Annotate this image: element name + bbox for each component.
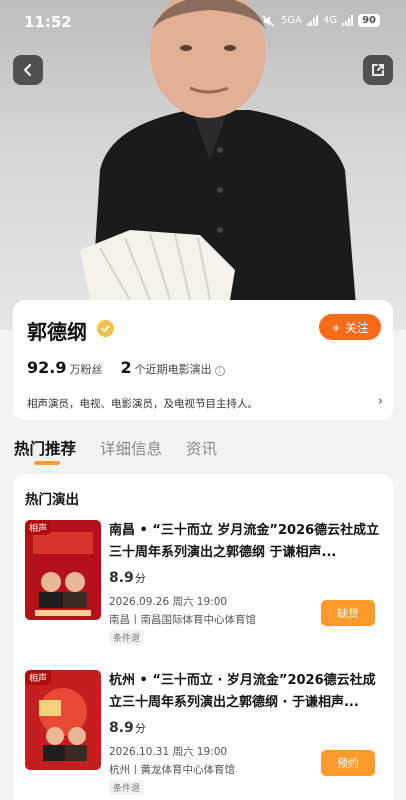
artist-bio[interactable]: 相声演员，电视、电影演员，及电视节目主持人。 <box>27 396 258 411</box>
fans-count: 92.9 <box>27 358 67 377</box>
tab-details[interactable]: 详细信息 <box>100 437 162 459</box>
refund-condition-badge: 条件退 <box>109 780 145 795</box>
show-poster[interactable]: 相声 <box>25 520 101 620</box>
poster-tag: 相声 <box>25 670 52 685</box>
show-score: 8.9分 <box>109 570 146 586</box>
signal-icon-2 <box>342 15 354 26</box>
verified-icon <box>97 320 114 337</box>
movie-label: 个近期电影演出 <box>134 363 212 376</box>
section-title: 热门演出 <box>25 492 79 508</box>
back-button[interactable] <box>13 55 43 85</box>
show-venue: 杭州丨黄龙体育中心体育馆 <box>109 764 235 776</box>
show-venue: 南昌丨南昌国际体育中心体育馆 <box>109 614 256 626</box>
chevron-left-icon <box>24 64 31 76</box>
network-label-2: 4G <box>322 15 338 26</box>
show-datetime: 2026.09.26 周六 19:00 <box>109 596 228 608</box>
reserve-button[interactable]: 预约 <box>321 750 375 776</box>
out-of-stock-button[interactable]: 缺货 <box>321 600 375 626</box>
profile-tabs: 热门推荐 详细信息 资讯 <box>14 437 217 465</box>
movie-count: 2 <box>120 358 132 377</box>
artist-photo <box>80 0 358 330</box>
share-out-icon <box>372 64 384 76</box>
chevron-right-icon[interactable]: › <box>378 394 383 409</box>
show-title[interactable]: 杭州 • “三十而立 · 岁月流金”2026德云社成立三十周年系列演出之郭德纲 … <box>109 670 381 714</box>
battery-icon: 90 <box>358 14 380 27</box>
show-card[interactable]: 相声 南昌 • “三十而立 岁月流金”2026德云社成立三十周年系列演出之郭德纲… <box>25 520 385 650</box>
status-time: 11:52 <box>24 13 72 31</box>
show-card[interactable]: 相声 杭州 • “三十而立 · 岁月流金”2026德云社成立三十周年系列演出之郭… <box>25 670 385 800</box>
show-datetime: 2026.10.31 周六 19:00 <box>109 746 228 758</box>
share-button[interactable] <box>363 55 393 85</box>
show-poster[interactable]: 相声 <box>25 670 101 770</box>
tab-hot-recommend[interactable]: 热门推荐 <box>14 437 76 465</box>
hero-banner: 11:52 5GA 4G 90 <box>0 0 406 330</box>
artist-stats: 92.9 万粉丝 2 个近期电影演出 i <box>27 358 225 377</box>
follow-button[interactable]: + 关注 <box>319 314 381 340</box>
active-tab-indicator <box>34 461 60 465</box>
poster-tag: 相声 <box>25 520 52 535</box>
profile-card: 郭德纲 + 关注 92.9 万粉丝 2 个近期电影演出 i 相声演员，电视、电影… <box>13 300 393 420</box>
show-title[interactable]: 南昌 • “三十而立 岁月流金”2026德云社成立三十周年系列演出之郭德纲 于谦… <box>109 520 381 564</box>
fans-label: 万粉丝 <box>69 363 103 376</box>
status-icons: 5GA 4G 90 <box>262 14 380 27</box>
show-score: 8.9分 <box>109 720 146 736</box>
mute-icon <box>262 14 275 27</box>
refund-condition-badge: 条件退 <box>109 630 145 645</box>
artist-name: 郭德纲 <box>27 320 87 344</box>
network-label: 5GA <box>281 15 302 26</box>
signal-icon <box>306 15 318 26</box>
info-icon[interactable]: i <box>214 366 225 376</box>
hot-shows-panel: 热门演出 相声 南昌 • “三十而立 岁月流金”2026德云社成立三十周年系列演… <box>13 474 393 800</box>
status-bar: 11:52 5GA 4G 90 <box>0 0 406 40</box>
tab-news[interactable]: 资讯 <box>186 437 217 459</box>
